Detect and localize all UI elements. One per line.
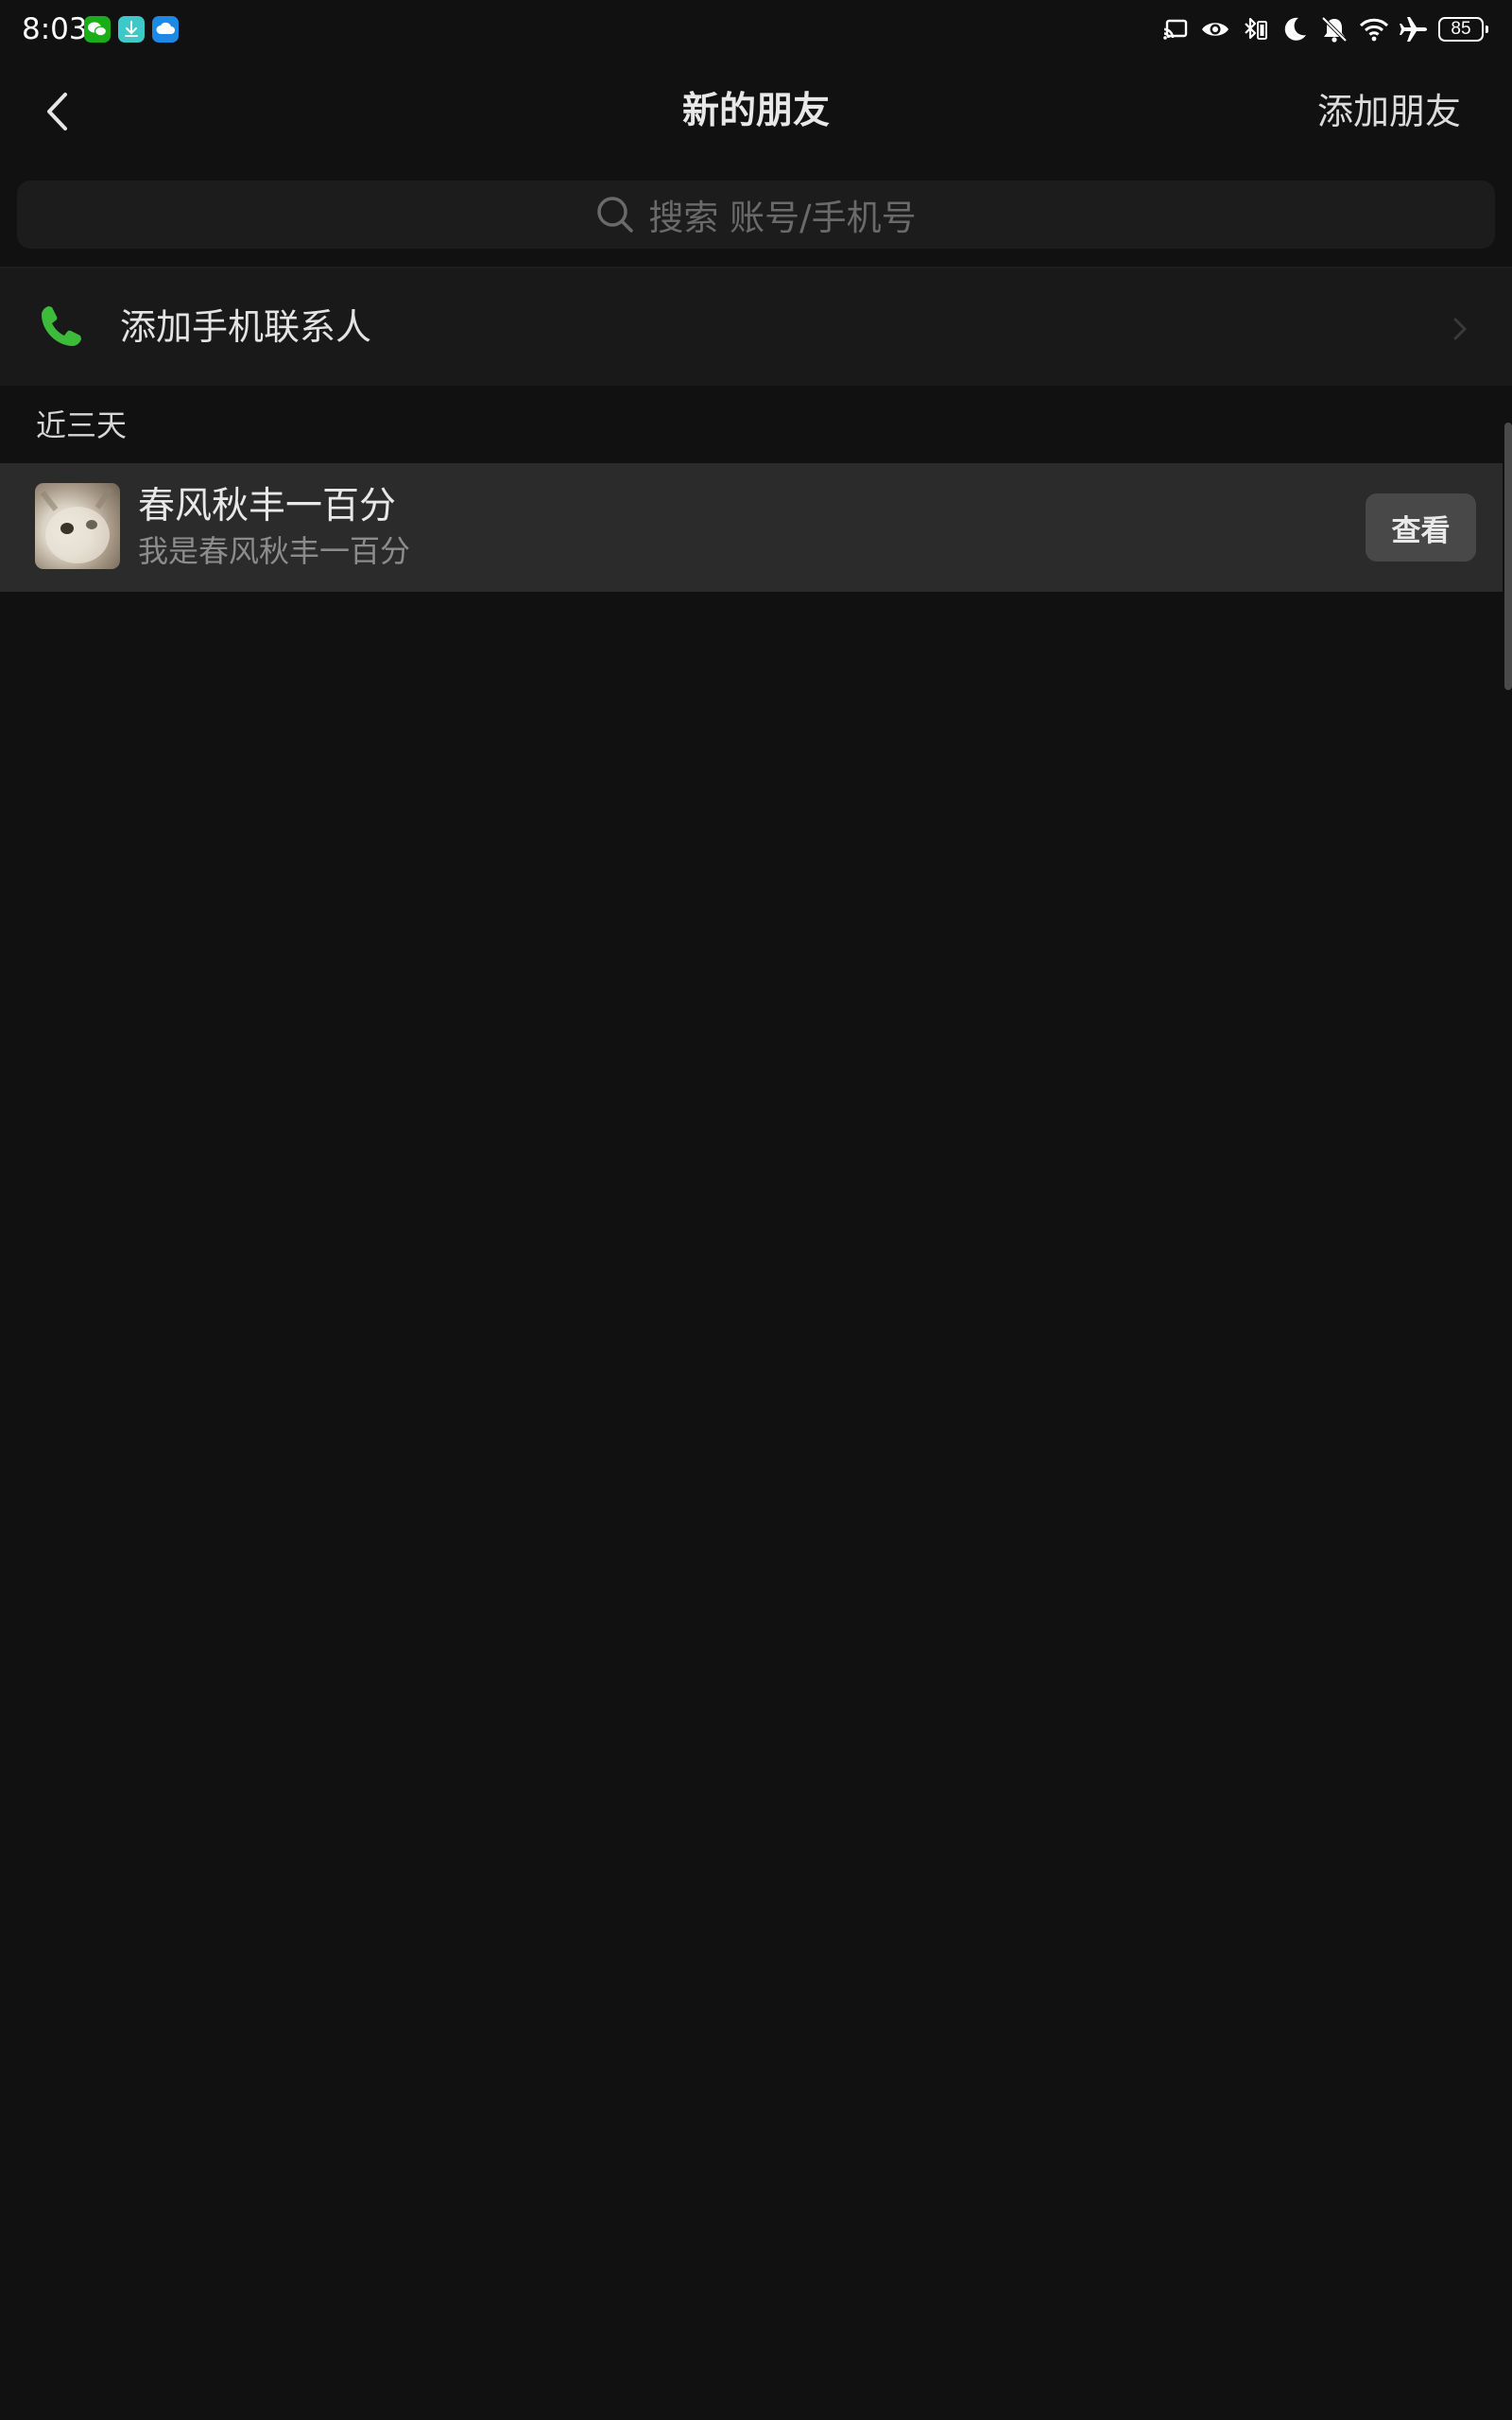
battery-indicator: 85 [1438, 17, 1488, 42]
back-arrow-icon [47, 93, 67, 130]
phone-icon [42, 306, 81, 346]
avatar [35, 483, 120, 569]
search-placeholder: 搜索 账号/手机号 [648, 198, 917, 238]
moon-icon [1284, 17, 1306, 41]
friend-name: 春风秋丰一百分 [138, 485, 397, 527]
cast-icon [1163, 19, 1188, 40]
search-input[interactable]: 搜索 账号/手机号 [17, 181, 1495, 249]
cloud-icon [152, 16, 179, 43]
bluetooth-icon [1245, 17, 1267, 40]
section-header: 近三天 [36, 407, 128, 443]
eye-icon [1202, 23, 1228, 36]
add-friend-button[interactable]: 添加朋友 [1317, 83, 1461, 140]
page-title: 新的朋友 [681, 90, 830, 132]
airplane-icon [1400, 17, 1427, 42]
battery-level: 85 [1451, 19, 1471, 39]
scrollbar[interactable] [1504, 423, 1512, 690]
view-button[interactable]: 查看 [1366, 493, 1476, 562]
status-time: 8:03 [22, 12, 88, 46]
add-phone-contacts-label: 添加手机联系人 [120, 306, 372, 348]
bell-off-icon [1321, 16, 1348, 43]
wechat-icon [84, 16, 111, 43]
chevron-right-icon [1453, 318, 1468, 340]
system-icons: 85 [1160, 13, 1488, 45]
friend-message: 我是春风秋丰一百分 [138, 533, 411, 569]
wifi-icon [1359, 18, 1389, 42]
status-bar: 8:03 85 [0, 0, 1512, 59]
search-icon [597, 197, 634, 233]
download-icon [118, 16, 145, 43]
back-button[interactable] [34, 87, 83, 136]
